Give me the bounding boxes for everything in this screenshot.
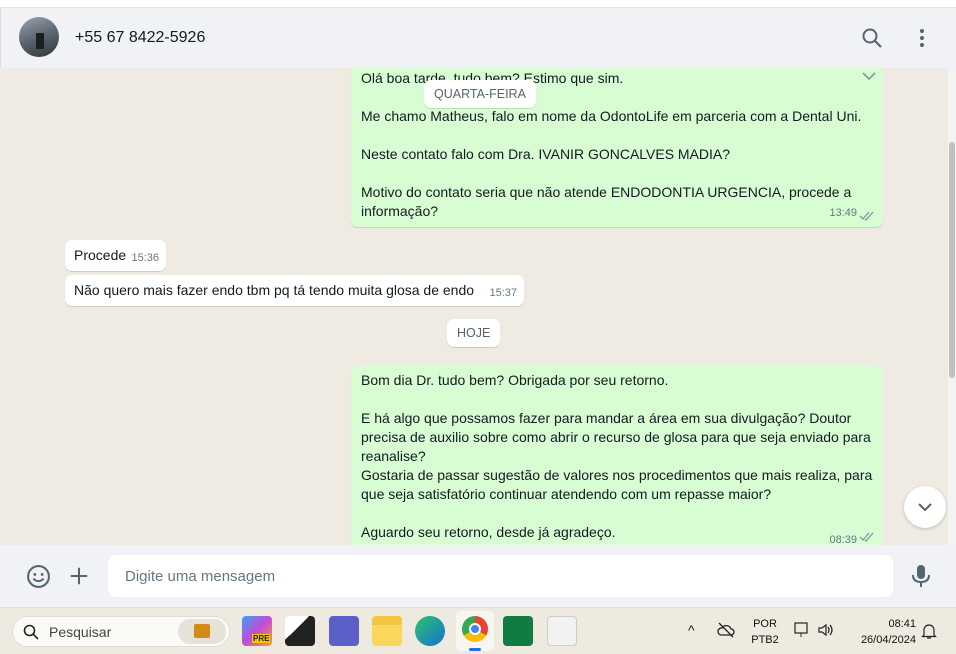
avatar[interactable] — [19, 17, 59, 57]
notification-bell-icon[interactable] — [921, 622, 937, 640]
chat-header: +55 67 8422-5926 — [0, 8, 956, 68]
date-chip: QUARTA-FEIRA — [424, 80, 536, 108]
message-time: 08:39 — [829, 534, 857, 545]
clock-date: 26/04/2024 — [860, 634, 916, 646]
search-label: Pesquisar — [49, 624, 112, 640]
taskbar-search[interactable]: Pesquisar — [12, 616, 230, 647]
emoji-icon[interactable] — [26, 564, 51, 589]
cloud-offline-icon[interactable] — [717, 622, 735, 638]
taskbar: Pesquisar PRE ^ POR PTB2 08:41 26/04/2024 — [0, 607, 956, 654]
preview-badge: PRE — [252, 634, 271, 643]
menu-dots-icon[interactable] — [910, 26, 934, 50]
file-explorer-icon[interactable] — [372, 616, 402, 646]
search-icon — [23, 624, 39, 640]
message-incoming[interactable]: Não quero mais fazer endo tbm pq tá tend… — [65, 275, 524, 306]
message-input[interactable] — [108, 555, 893, 597]
message-incoming[interactable]: Procede 15:36 — [65, 240, 166, 271]
message-outgoing[interactable]: Bom dia Dr. tudo bem? Obrigada por seu r… — [351, 366, 883, 545]
date-chip: HOJE — [447, 319, 501, 347]
message-text: Procede — [74, 247, 127, 263]
double-check-icon — [859, 532, 874, 542]
edge-icon[interactable] — [415, 616, 445, 646]
snipping-tool-icon[interactable] — [547, 616, 577, 646]
clock-time: 08:41 — [888, 618, 916, 630]
chevron-down-icon — [918, 503, 932, 512]
copilot-icon[interactable]: PRE — [242, 616, 272, 646]
scrollbar-thumb[interactable] — [949, 142, 955, 378]
message-time: 15:37 — [489, 287, 517, 299]
scroll-to-bottom-button[interactable] — [904, 486, 946, 528]
excel-icon[interactable] — [503, 616, 533, 646]
chrome-icon-active[interactable] — [456, 611, 494, 651]
keyboard-layout: PTB2 — [751, 634, 779, 646]
composer-bar — [0, 545, 956, 607]
message-text: Não quero mais fazer endo tbm pq tá tend… — [74, 282, 475, 298]
briefcase-icon — [178, 619, 226, 644]
chevron-up-icon[interactable]: ^ — [688, 622, 695, 638]
chevron-down-icon[interactable] — [861, 70, 877, 82]
message-text: Bom dia Dr. tudo bem? Obrigada por seu r… — [361, 372, 873, 540]
clock[interactable]: 08:41 26/04/2024 — [846, 616, 916, 648]
double-check-icon — [859, 211, 874, 221]
contact-name[interactable]: +55 67 8422-5926 — [75, 29, 205, 47]
volume-icon[interactable] — [817, 622, 835, 638]
language-indicator[interactable]: POR PTB2 — [748, 616, 782, 648]
attach-plus-icon[interactable] — [68, 565, 90, 587]
search-icon[interactable] — [860, 26, 884, 50]
language-code: POR — [753, 618, 777, 630]
window-top-strip — [0, 0, 956, 8]
chat-area: Olá boa tarde, tudo bem? Estimo que sim.… — [0, 68, 948, 545]
task-view-icon[interactable] — [285, 616, 315, 646]
microphone-icon[interactable] — [910, 564, 932, 588]
scrollbar[interactable] — [948, 68, 956, 545]
network-icon[interactable] — [794, 622, 810, 638]
teams-icon[interactable] — [329, 616, 359, 646]
message-time: 13:49 — [829, 207, 857, 219]
message-time: 15:36 — [131, 252, 159, 264]
